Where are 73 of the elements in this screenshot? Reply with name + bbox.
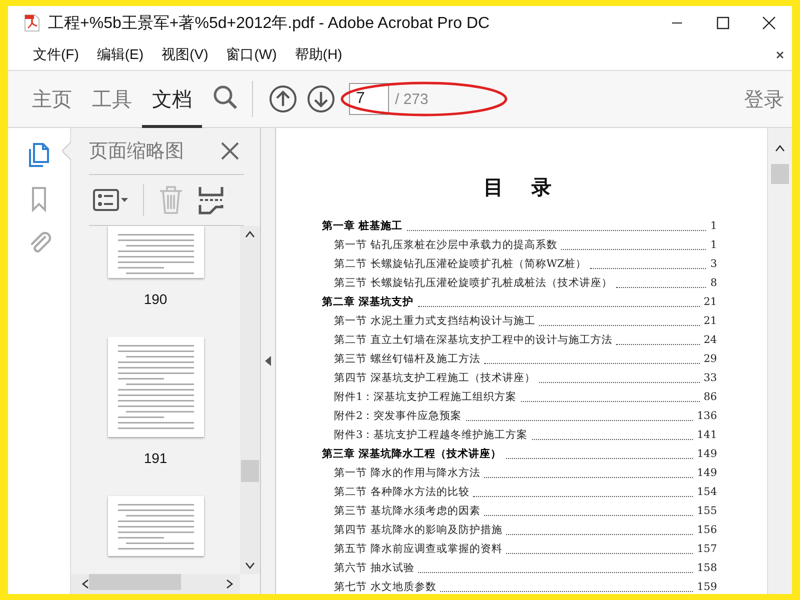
close-icon[interactable] bbox=[762, 16, 776, 30]
scroll-up-icon[interactable] bbox=[775, 144, 785, 152]
scrollbar-thumb[interactable] bbox=[771, 164, 789, 184]
search-icon[interactable] bbox=[212, 84, 238, 110]
section-title[interactable]: 附件2：突发事件应急预案 bbox=[334, 409, 462, 423]
menu-item[interactable]: 帮助(H) bbox=[286, 46, 352, 64]
section-title[interactable]: 第七节 水文地质参数 bbox=[334, 580, 436, 594]
page-thumbnail[interactable] bbox=[108, 337, 204, 437]
scroll-right-icon[interactable] bbox=[226, 579, 234, 589]
scroll-up-icon[interactable] bbox=[245, 230, 255, 238]
page-number: 149 bbox=[696, 467, 717, 479]
page-number: 33 bbox=[704, 372, 717, 384]
section-title[interactable]: 第三节 基坑降水须考虑的因素 bbox=[334, 504, 480, 518]
page-break-icon[interactable] bbox=[198, 185, 224, 215]
page-number: 136 bbox=[696, 410, 717, 422]
page-thumbnail[interactable] bbox=[108, 226, 204, 278]
section-title[interactable]: 第六节 抽水试验 bbox=[334, 561, 414, 575]
section-title[interactable]: 第三节 螺丝钉锚杆及施工方法 bbox=[334, 352, 480, 366]
page-number: 158 bbox=[696, 562, 717, 574]
section-title[interactable]: 第一节 降水的作用与降水方法 bbox=[334, 466, 480, 480]
close-icon[interactable] bbox=[776, 51, 784, 59]
page-number: 156 bbox=[696, 524, 717, 536]
page-count: / 273 bbox=[395, 90, 428, 108]
toolbar-tab[interactable]: 主页 bbox=[22, 70, 82, 128]
toolbar-tab[interactable]: 工具 bbox=[82, 70, 142, 128]
page-number: 21 bbox=[704, 315, 717, 327]
page-number: 155 bbox=[696, 505, 717, 517]
section-title[interactable]: 第二节 直立土钉墙在深基坑支护工程中的设计与施工方法 bbox=[334, 333, 612, 347]
page-number: 3 bbox=[710, 258, 717, 270]
menu-item[interactable]: 视图(V) bbox=[152, 46, 218, 64]
maximize-icon[interactable] bbox=[716, 16, 730, 30]
page-number: 157 bbox=[696, 543, 717, 555]
scrollbar-thumb[interactable] bbox=[241, 460, 259, 482]
chapter-title[interactable]: 第三章 深基坑降水工程（技术讲座） bbox=[322, 447, 502, 461]
page-number: 8 bbox=[710, 277, 717, 289]
page-number: 21 bbox=[704, 296, 717, 308]
chapter-title[interactable]: 第二章 深基坑支护 bbox=[322, 295, 414, 309]
document-title: 目 录 bbox=[482, 174, 556, 201]
pdf-file-icon bbox=[24, 14, 40, 32]
section-title[interactable]: 第二节 各种降水方法的比较 bbox=[334, 485, 470, 499]
section-title[interactable]: 附件3：基坑支护工程越冬维护施工方案 bbox=[334, 428, 528, 442]
section-title[interactable]: 第四节 深基坑支护工程施工（技术讲座） bbox=[334, 371, 536, 385]
page-number: 159 bbox=[696, 581, 717, 593]
page-number-label: 191 bbox=[144, 450, 168, 466]
collapse-arrow-icon[interactable] bbox=[265, 356, 271, 366]
page-number: 29 bbox=[704, 353, 717, 365]
section-title[interactable]: 第二节 长螺旋钻孔压灌砼旋喷扩孔桩（简称WZ桩） bbox=[334, 257, 586, 271]
window-title: 工程+%5b王景军+著%5d+2012年.pdf - Adobe Acrobat Pro DC bbox=[48, 14, 491, 34]
options-menu-icon[interactable] bbox=[93, 187, 129, 213]
scroll-left-icon[interactable] bbox=[81, 579, 89, 589]
page-number: 149 bbox=[696, 448, 717, 460]
page-number: 1 bbox=[710, 220, 717, 232]
panel-title: 页面缩略图 bbox=[89, 140, 184, 164]
page-number: 154 bbox=[696, 486, 717, 498]
section-title[interactable]: 第一节 水泥土重力式支挡结构设计与施工 bbox=[334, 314, 536, 328]
page-number: 24 bbox=[704, 334, 717, 346]
scrollbar-thumb[interactable] bbox=[89, 574, 181, 590]
section-title[interactable]: 第四节 基坑降水的影响及防护措施 bbox=[334, 523, 502, 537]
section-title[interactable]: 第一节 钻孔压浆桩在沙层中承载力的提高系数 bbox=[334, 238, 558, 252]
page-number-label: 190 bbox=[144, 291, 168, 307]
page-thumbnail[interactable] bbox=[108, 496, 204, 556]
menu-item[interactable]: 窗口(W) bbox=[217, 46, 286, 64]
page-number: 1 bbox=[710, 239, 717, 251]
menu-item[interactable]: 编辑(E) bbox=[88, 46, 153, 64]
menu-item[interactable]: 文件(F) bbox=[24, 46, 88, 64]
section-title[interactable]: 第三节 长螺旋钻孔压灌砼旋喷扩孔桩成桩法（技术讲座） bbox=[334, 276, 612, 290]
scroll-down-icon[interactable] bbox=[245, 562, 255, 570]
page-number: 141 bbox=[696, 429, 717, 441]
section-title[interactable]: 第五节 降水前应调查或掌握的资料 bbox=[334, 542, 502, 556]
page-number: 86 bbox=[704, 391, 717, 403]
sign-in-link[interactable]: 登录 bbox=[744, 86, 784, 112]
section-title[interactable]: 附件1：深基坑支护工程施工组织方案 bbox=[334, 390, 517, 404]
chapter-title[interactable]: 第一章 桩基施工 bbox=[322, 219, 403, 233]
